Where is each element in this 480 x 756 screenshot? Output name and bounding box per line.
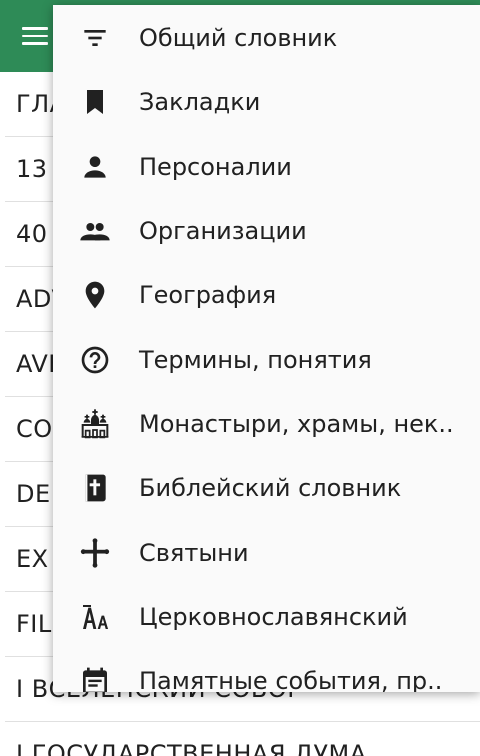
menu-item-label: Общий словник xyxy=(139,24,338,53)
list-item[interactable]: I ГОСУДАРСТВЕННАЯ ДУМА xyxy=(5,722,480,756)
calendar-icon xyxy=(79,665,111,692)
bible-icon xyxy=(79,472,111,504)
menu-item-church-slavonic[interactable]: Церковнославянский xyxy=(53,585,480,649)
menu-item-label: Монастыри, храмы, нек.. xyxy=(139,409,454,438)
menu-item-geography[interactable]: География xyxy=(53,263,480,327)
question-circle-icon xyxy=(79,344,111,376)
menu-item-label: Святыни xyxy=(139,538,249,567)
menu-item-label: Церковнославянский xyxy=(139,602,408,631)
location-pin-icon xyxy=(79,279,111,311)
list-item-label: I ГОСУДАРСТВЕННАЯ ДУМА xyxy=(16,740,367,756)
church-slavonic-icon xyxy=(79,601,111,633)
menu-item-terms[interactable]: Термины, понятия xyxy=(53,327,480,391)
person-icon xyxy=(79,151,111,183)
menu-item-organizations[interactable]: Организации xyxy=(53,199,480,263)
menu-item-label: География xyxy=(139,281,277,310)
menu-item-bible-index[interactable]: Библейский словник xyxy=(53,456,480,520)
church-icon xyxy=(79,408,111,440)
menu-item-label: Термины, понятия xyxy=(139,345,372,374)
menu-item-label: Закладки xyxy=(139,88,261,117)
people-icon xyxy=(79,215,111,247)
hamburger-menu-icon[interactable] xyxy=(22,27,48,47)
menu-item-shrines[interactable]: Святыни xyxy=(53,520,480,584)
menu-item-memorable-events[interactable]: Памятные события, пр.. xyxy=(53,649,480,692)
menu-item-bookmarks[interactable]: Закладки xyxy=(53,70,480,134)
filter-list-icon xyxy=(79,22,111,54)
menu-item-label: Библейский словник xyxy=(139,474,402,503)
menu-item-persons[interactable]: Персоналии xyxy=(53,135,480,199)
menu-item-general-index[interactable]: Общий словник xyxy=(53,6,480,70)
menu-item-label: Персоналии xyxy=(139,152,292,181)
menu-item-label: Памятные события, пр.. xyxy=(139,667,443,692)
menu-item-label: Организации xyxy=(139,217,307,246)
cross-icon xyxy=(79,537,111,569)
bookmark-icon xyxy=(79,86,111,118)
menu-item-monasteries[interactable]: Монастыри, храмы, нек.. xyxy=(53,392,480,456)
dictionary-popup-menu: Общий словник Закладки Персоналии Органи… xyxy=(53,5,480,692)
